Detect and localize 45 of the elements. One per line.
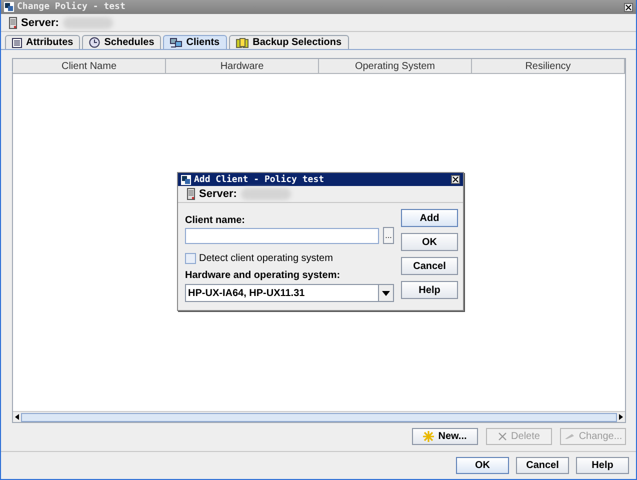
- form-icon: [12, 38, 22, 48]
- star-icon: [423, 431, 434, 442]
- checkbox-label: Detect client operating system: [199, 253, 333, 264]
- delete-icon: [498, 432, 508, 441]
- window-icon: [181, 174, 191, 184]
- server-label: Server:: [199, 188, 237, 200]
- button[interactable]: Cancel: [401, 257, 458, 275]
- redacted-text: [62, 16, 113, 28]
- field-label: Client name:: [185, 215, 246, 227]
- folders-icon: [236, 38, 249, 48]
- button[interactable]: Help: [401, 281, 458, 299]
- tab[interactable]: Attributes: [5, 35, 80, 49]
- checkbox[interactable]: [185, 253, 196, 264]
- scroll-right-icon: [617, 413, 625, 421]
- column-header[interactable]: Client Name: [13, 59, 166, 74]
- server-icon: [187, 188, 195, 200]
- column-header[interactable]: Hardware: [166, 59, 319, 74]
- column-header[interactable]: Resiliency: [472, 59, 625, 74]
- scroll-left-icon: [13, 413, 21, 421]
- server-label: Server:: [21, 16, 59, 28]
- input-field[interactable]: [185, 228, 379, 244]
- close-icon: [624, 2, 633, 12]
- field-label: Hardware and operating system:: [185, 270, 342, 282]
- window-title: Change Policy - test: [17, 2, 126, 12]
- server-icon: [9, 16, 17, 28]
- button[interactable]: Add: [401, 209, 458, 227]
- close-icon: [451, 175, 460, 184]
- button[interactable]: OK: [401, 233, 458, 251]
- button[interactable]: Help: [576, 457, 629, 474]
- tab[interactable]: Clients: [163, 35, 227, 49]
- tab[interactable]: Backup Selections: [228, 35, 349, 49]
- button[interactable]: New...: [412, 428, 478, 445]
- column-header[interactable]: Operating System: [319, 59, 472, 74]
- clock-icon: [89, 37, 100, 48]
- browse-button[interactable]: ...: [383, 227, 394, 244]
- tab[interactable]: Schedules: [82, 35, 162, 49]
- button[interactable]: OK: [456, 457, 509, 474]
- redacted-text: [240, 188, 291, 200]
- button[interactable]: Cancel: [516, 457, 569, 474]
- scrollbar-thumb[interactable]: [21, 412, 617, 422]
- dropdown-arrow-icon: [382, 290, 390, 296]
- dropdown[interactable]: HP-UX-IA64, HP-UX11.31: [185, 284, 394, 302]
- window-icon: [4, 2, 14, 12]
- dialog-title: Add Client - Policy test: [194, 174, 324, 184]
- computers-icon: [170, 38, 182, 48]
